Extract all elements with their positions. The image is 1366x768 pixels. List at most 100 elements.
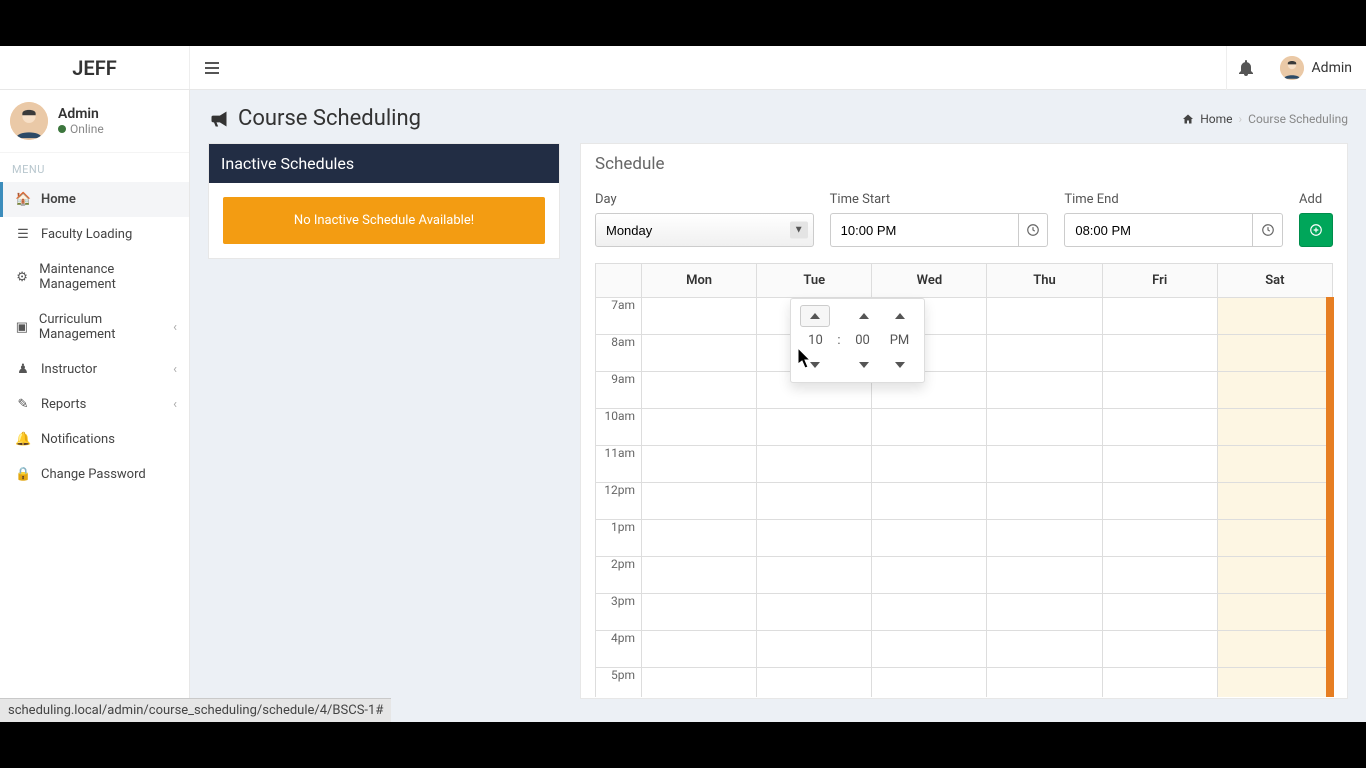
notifications-button[interactable] [1226,46,1266,90]
add-schedule-button[interactable] [1299,213,1333,247]
cal-slot[interactable] [872,557,987,594]
minute-increment-button[interactable] [849,305,879,327]
cal-slot[interactable] [1102,446,1217,483]
time-start-input[interactable] [830,213,1018,247]
cal-slot[interactable] [1102,372,1217,409]
cal-time-label: 4pm [596,631,642,668]
cal-slot[interactable] [987,372,1102,409]
cal-slot[interactable] [1217,372,1332,409]
hour-increment-button[interactable] [800,305,830,327]
sidebar-item-notifications[interactable]: 🔔 Notifications [0,422,189,457]
cal-slot[interactable] [1102,335,1217,372]
cal-slot[interactable] [1217,631,1332,668]
sidebar-item-label: Instructor [41,362,97,377]
cal-slot[interactable] [642,520,757,557]
cal-slot[interactable] [1217,520,1332,557]
sidebar-toggle-button[interactable] [190,46,234,90]
cal-slot[interactable] [642,446,757,483]
cal-slot[interactable] [1102,594,1217,631]
cal-slot[interactable] [642,594,757,631]
cal-slot[interactable] [1217,335,1332,372]
cal-slot[interactable] [757,520,872,557]
sidebar-item-change-password[interactable]: 🔒 Change Password [0,457,189,492]
cal-slot[interactable] [872,668,987,698]
cal-slot[interactable] [987,594,1102,631]
no-inactive-alert: No Inactive Schedule Available! [223,197,545,244]
sidebar-item-faculty-loading[interactable]: ☰ Faculty Loading [0,217,189,252]
cal-slot[interactable] [1217,668,1332,698]
meridian-increment-button[interactable] [885,305,915,327]
sidebar-item-home[interactable]: 🏠 Home [0,182,189,217]
cal-slot[interactable] [987,335,1102,372]
sidebar-item-label: Maintenance Management [39,262,177,292]
user-menu-button[interactable]: Admin [1266,46,1366,90]
calendar: Mon Tue Wed Thu Fri Sat 7am8am9am10am11a… [581,263,1347,697]
cal-slot[interactable] [872,594,987,631]
cal-slot[interactable] [757,557,872,594]
cal-slot[interactable] [757,668,872,698]
cal-slot[interactable] [1217,446,1332,483]
cal-slot[interactable] [1102,557,1217,594]
cal-slot[interactable] [642,668,757,698]
cal-slot[interactable] [642,631,757,668]
cal-slot[interactable] [872,631,987,668]
cal-slot[interactable] [1102,483,1217,520]
cal-slot[interactable] [1217,594,1332,631]
cal-slot[interactable] [642,335,757,372]
cal-slot[interactable] [642,372,757,409]
cal-slot[interactable] [987,631,1102,668]
timepicker-hour[interactable]: 10 [800,333,830,348]
cal-slot[interactable] [1102,520,1217,557]
meridian-decrement-button[interactable] [885,354,915,376]
cal-slot[interactable] [987,298,1102,335]
cal-slot[interactable] [642,409,757,446]
cal-slot[interactable] [757,409,872,446]
cal-slot[interactable] [872,483,987,520]
time-start-label: Time Start [830,192,1049,207]
cal-time-label: 10am [596,409,642,446]
cal-slot[interactable] [642,557,757,594]
cal-slot[interactable] [757,594,872,631]
cogs-icon: ⚙ [15,270,29,285]
cal-slot[interactable] [642,298,757,335]
hour-decrement-button[interactable] [800,354,830,376]
cal-slot[interactable] [872,446,987,483]
cal-slot[interactable] [757,631,872,668]
sidebar-item-curriculum-management[interactable]: ▣ Curriculum Management ‹ [0,302,189,352]
cal-slot[interactable] [872,409,987,446]
cal-slot[interactable] [1217,557,1332,594]
timepicker-minute[interactable]: 00 [848,333,878,348]
cal-slot[interactable] [1217,298,1332,335]
cal-slot[interactable] [987,520,1102,557]
breadcrumb-home-link[interactable]: Home [1200,112,1232,126]
megaphone-icon [208,109,230,129]
time-start-picker-button[interactable] [1018,213,1049,247]
sidebar-item-reports[interactable]: ✎ Reports ‹ [0,387,189,422]
cal-slot[interactable] [987,446,1102,483]
minute-decrement-button[interactable] [849,354,879,376]
cal-slot[interactable] [987,409,1102,446]
day-select[interactable]: Monday [595,213,814,247]
sidebar-item-instructor[interactable]: ♟ Instructor ‹ [0,352,189,387]
cal-time-label: 12pm [596,483,642,520]
cal-slot[interactable] [987,668,1102,698]
cal-slot[interactable] [1102,631,1217,668]
cal-slot[interactable] [1102,668,1217,698]
time-end-input[interactable] [1064,213,1252,247]
cal-slot[interactable] [1217,483,1332,520]
sidebar-item-maintenance-management[interactable]: ⚙ Maintenance Management [0,252,189,302]
cal-slot[interactable] [1102,298,1217,335]
cal-slot[interactable] [757,483,872,520]
cal-slot[interactable] [1217,409,1332,446]
cal-slot[interactable] [757,446,872,483]
home-icon [1182,113,1194,125]
time-end-picker-button[interactable] [1252,213,1283,247]
cal-slot[interactable] [872,520,987,557]
cal-slot[interactable] [1102,409,1217,446]
sidebar-item-label: Curriculum Management [39,312,163,342]
cal-slot[interactable] [987,557,1102,594]
cal-slot[interactable] [987,483,1102,520]
sidebar-item-label: Change Password [41,467,146,482]
timepicker-meridian[interactable]: PM [884,333,914,348]
cal-slot[interactable] [642,483,757,520]
